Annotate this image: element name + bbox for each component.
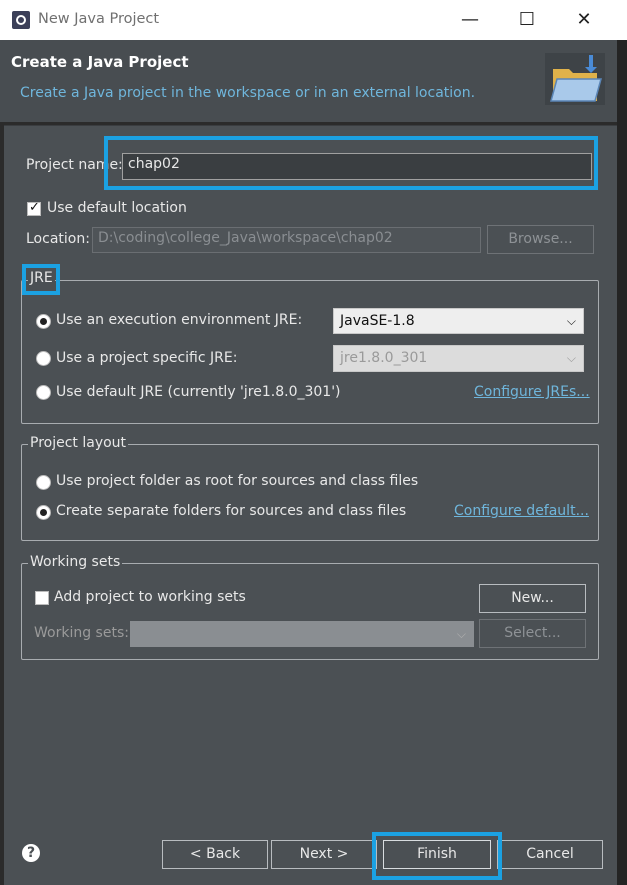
add-to-working-sets-checkbox[interactable] (35, 591, 49, 605)
execution-env-select[interactable]: JavaSE-1.8 ⌵ (333, 308, 584, 334)
divider (4, 125, 617, 126)
default-jre-label: Use default JRE (currently 'jre1.8.0_301… (56, 384, 341, 400)
working-sets-select[interactable]: ⌵ (130, 621, 474, 647)
execution-env-label: Use an execution environment JRE: (56, 312, 303, 328)
cancel-button[interactable]: Cancel (497, 840, 603, 869)
maximize-icon[interactable]: ☐ (515, 8, 539, 32)
chevron-down-icon: ⌵ (566, 351, 576, 365)
page-description: Create a Java project in the workspace o… (20, 85, 476, 101)
working-sets-label: Working sets: (34, 625, 129, 641)
working-sets-legend: Working sets (28, 554, 123, 570)
window-title: New Java Project (38, 11, 160, 27)
project-specific-jre-select[interactable]: jre1.8.0_301 ⌵ (333, 345, 584, 372)
minimize-icon[interactable]: — (458, 8, 482, 32)
highlight-finish (372, 832, 502, 880)
execution-env-value: JavaSE-1.8 (340, 313, 415, 329)
help-icon[interactable]: ? (22, 844, 40, 862)
execution-env-radio[interactable] (36, 314, 51, 329)
browse-button[interactable]: Browse... (487, 225, 594, 254)
java-project-folder-icon (545, 53, 605, 105)
single-folder-radio[interactable] (36, 475, 51, 490)
project-layout-legend: Project layout (28, 435, 129, 451)
highlight-jre (22, 264, 60, 295)
background-strip (617, 40, 627, 885)
eclipse-app-icon (12, 11, 30, 29)
chevron-down-icon: ⌵ (566, 314, 576, 328)
configure-default-link[interactable]: Configure default... (454, 503, 589, 519)
default-location-checkbox[interactable] (27, 200, 41, 216)
project-specific-jre-label: Use a project specific JRE: (56, 350, 238, 366)
project-specific-jre-radio[interactable] (36, 351, 51, 366)
configure-jres-link[interactable]: Configure JREs... (474, 384, 590, 400)
chevron-down-icon: ⌵ (456, 627, 466, 641)
new-working-set-button[interactable]: New... (479, 584, 586, 613)
back-button[interactable]: < Back (162, 840, 268, 869)
add-to-working-sets-label: Add project to working sets (54, 589, 246, 605)
single-folder-label: Use project folder as root for sources a… (56, 473, 419, 489)
project-specific-jre-value: jre1.8.0_301 (340, 350, 428, 366)
project-layout-group (21, 444, 599, 541)
page-title: Create a Java Project (11, 53, 189, 71)
close-icon[interactable]: ✕ (572, 8, 596, 32)
next-button[interactable]: Next > (271, 840, 377, 869)
highlight-project-name (104, 136, 598, 190)
separate-folders-radio[interactable] (36, 505, 51, 520)
select-working-sets-button[interactable]: Select... (479, 619, 586, 648)
default-location-label: Use default location (47, 200, 187, 216)
location-input[interactable]: D:\coding\college_Java\workspace\chap02 (92, 227, 481, 253)
separate-folders-label: Create separate folders for sources and … (56, 503, 407, 519)
default-jre-radio[interactable] (36, 385, 51, 400)
location-label: Location: (26, 231, 90, 247)
